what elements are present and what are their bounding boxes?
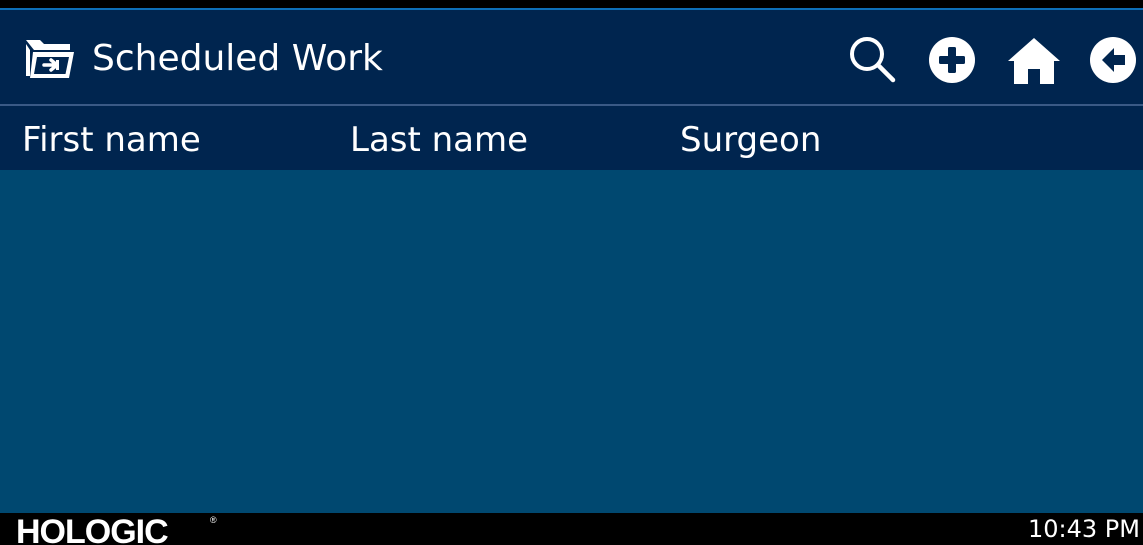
- column-header-surgeon[interactable]: Surgeon: [680, 118, 821, 162]
- plus-circle-icon: [929, 37, 975, 83]
- title-bar: Scheduled Work: [0, 10, 1143, 104]
- home-button[interactable]: [1004, 30, 1064, 90]
- hologic-logo: HOLOGIC: [16, 513, 169, 545]
- scheduled-work-list[interactable]: [0, 170, 1143, 513]
- search-button[interactable]: [842, 30, 902, 90]
- search-icon: [850, 37, 896, 83]
- back-button[interactable]: [1083, 30, 1143, 90]
- arrow-left-circle-icon: [1090, 37, 1136, 83]
- table-header: First name Last name Surgeon: [0, 106, 1143, 170]
- folder-arrow-icon: [24, 36, 76, 80]
- registered-mark: ®: [210, 515, 217, 525]
- footer-bar: HOLOGIC ® 10:43 PM: [0, 513, 1143, 545]
- home-icon: [1008, 38, 1060, 84]
- add-button[interactable]: [922, 30, 982, 90]
- clock: 10:43 PM: [1028, 515, 1140, 543]
- column-header-last-name[interactable]: Last name: [350, 118, 528, 162]
- column-header-first-name[interactable]: First name: [22, 118, 201, 162]
- page-title: Scheduled Work: [92, 38, 383, 79]
